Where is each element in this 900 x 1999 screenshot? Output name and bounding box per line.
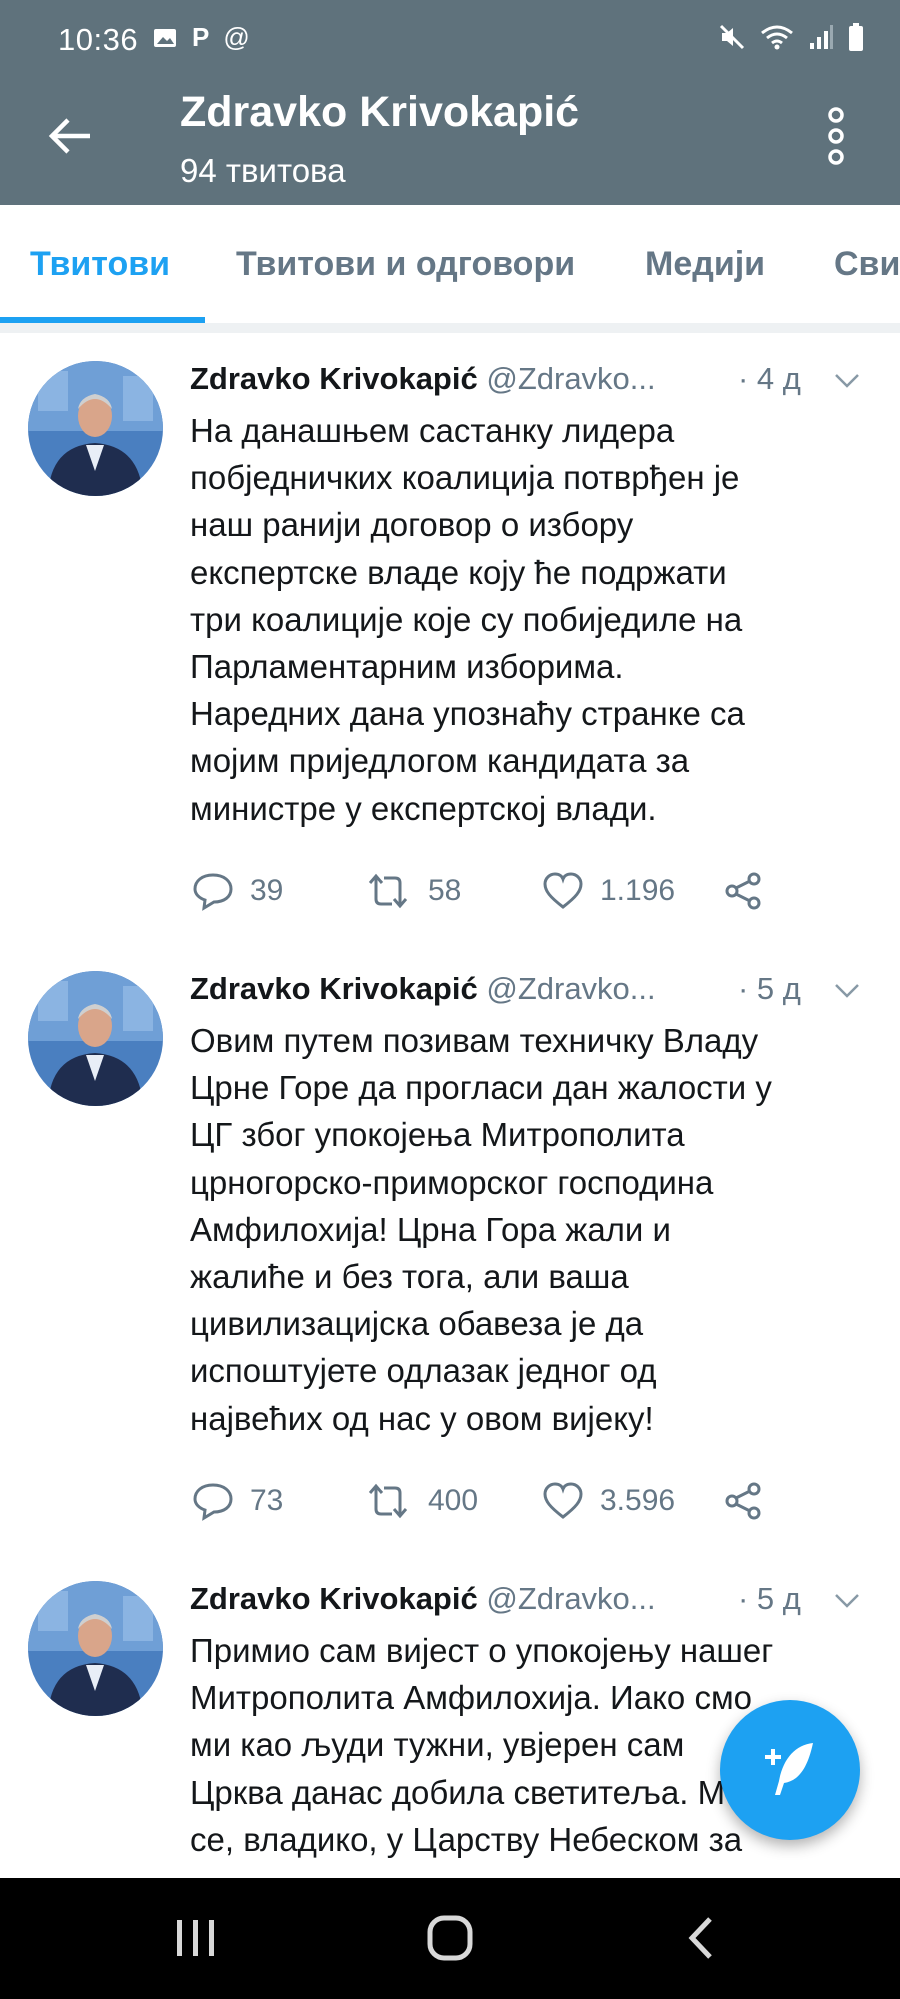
like-button[interactable]: 1.196 — [542, 871, 675, 911]
chevron-down-icon[interactable] — [830, 973, 864, 1007]
tweet-header: Zdravko Krivokapić @Zdravko... · 5 д — [190, 1581, 880, 1625]
tweet-actions: 73 400 3.596 — [192, 1481, 792, 1531]
retweet-count: 400 — [428, 1484, 479, 1517]
tab-tweets-and-replies[interactable]: Твитови и одговори — [236, 245, 575, 284]
reply-icon — [193, 1483, 233, 1521]
like-count: 3.596 — [600, 1484, 676, 1517]
at-icon: @ — [223, 22, 250, 52]
tweet-actions: 39 58 1.196 — [192, 871, 792, 921]
tweet[interactable]: Zdravko Krivokapić @Zdravko... · 5 д Ови… — [0, 943, 900, 1555]
tab-all[interactable]: Сви — [834, 245, 900, 284]
p-icon: P — [192, 22, 210, 52]
author-name[interactable]: Zdravko Krivokapić — [190, 361, 478, 396]
status-icons-left: P @ — [152, 22, 250, 53]
home-icon[interactable] — [420, 1908, 480, 1968]
tweet[interactable]: Zdravko Krivokapić @Zdravko... · 4 д На … — [0, 333, 900, 945]
retweet-button[interactable]: 400 — [364, 1481, 478, 1521]
share-icon — [725, 872, 761, 910]
share-button[interactable] — [722, 871, 764, 911]
back-nav-icon[interactable] — [672, 1908, 732, 1968]
status-time: 10:36 — [58, 22, 139, 57]
profile-header: 10:36 P @ Zdravko Krivokapić 94 твитова — [0, 0, 900, 205]
tab-tweets[interactable]: Твитови — [30, 245, 170, 284]
compose-tweet-icon — [765, 1743, 813, 1795]
tweet-time: · 5 д — [738, 1581, 801, 1616]
retweet-icon — [368, 1483, 408, 1519]
like-count: 1.196 — [600, 874, 676, 907]
mute-icon — [719, 24, 745, 50]
retweet-button[interactable]: 58 — [364, 871, 461, 911]
image-icon — [154, 28, 176, 47]
tweet-count: 94 твитова — [180, 152, 346, 189]
author-name[interactable]: Zdravko Krivokapić — [190, 1581, 478, 1616]
system-navigation-bar — [0, 1878, 900, 1999]
like-button[interactable]: 3.596 — [542, 1481, 675, 1521]
chevron-down-icon[interactable] — [830, 1583, 864, 1617]
avatar[interactable] — [28, 971, 163, 1106]
profile-tabs: Твитови Твитови и одговори Медији Сви — [0, 205, 900, 325]
battery-icon — [849, 23, 863, 51]
tweet-time: · 4 д — [738, 361, 801, 396]
author-handle[interactable]: @Zdravko... — [486, 1581, 655, 1616]
author-handle[interactable]: @Zdravko... — [486, 971, 655, 1006]
author-name[interactable]: Zdravko Krivokapić — [190, 971, 478, 1006]
profile-name-title: Zdravko Krivokapić — [180, 88, 580, 136]
reply-button[interactable]: 39 — [192, 871, 283, 911]
recent-apps-icon[interactable] — [166, 1908, 226, 1968]
status-bar: 10:36 P @ — [0, 0, 900, 80]
heart-icon — [543, 1482, 583, 1519]
overflow-menu-icon[interactable] — [812, 104, 860, 168]
avatar[interactable] — [28, 1581, 163, 1716]
retweet-icon — [368, 873, 408, 909]
tweet-header: Zdravko Krivokapić @Zdravko... · 5 д — [190, 971, 880, 1015]
reply-count: 73 — [250, 1484, 284, 1517]
chevron-down-icon[interactable] — [830, 363, 864, 397]
divider — [0, 323, 900, 333]
author-handle[interactable]: @Zdravko... — [486, 361, 655, 396]
share-icon — [725, 1482, 761, 1520]
back-arrow-icon[interactable] — [42, 108, 98, 164]
compose-tweet-button[interactable] — [720, 1700, 860, 1840]
tab-media[interactable]: Медији — [645, 245, 765, 284]
avatar[interactable] — [28, 361, 163, 496]
retweet-count: 58 — [428, 874, 462, 907]
reply-button[interactable]: 73 — [192, 1481, 283, 1521]
tweet-text: Овим путем позивам техничку Владу Црне Г… — [190, 1022, 772, 1437]
heart-icon — [543, 872, 583, 909]
tweet-time: · 5 д — [738, 971, 801, 1006]
wifi-icon — [761, 25, 793, 50]
share-button[interactable] — [722, 1481, 764, 1521]
reply-count: 39 — [250, 874, 284, 907]
tweet-text: На данашњем састанку лидера побједничких… — [190, 412, 745, 827]
signal-icon — [810, 25, 833, 49]
reply-icon — [193, 873, 233, 911]
tweet-header: Zdravko Krivokapić @Zdravko... · 4 д — [190, 361, 880, 405]
status-icons-right — [718, 22, 864, 52]
